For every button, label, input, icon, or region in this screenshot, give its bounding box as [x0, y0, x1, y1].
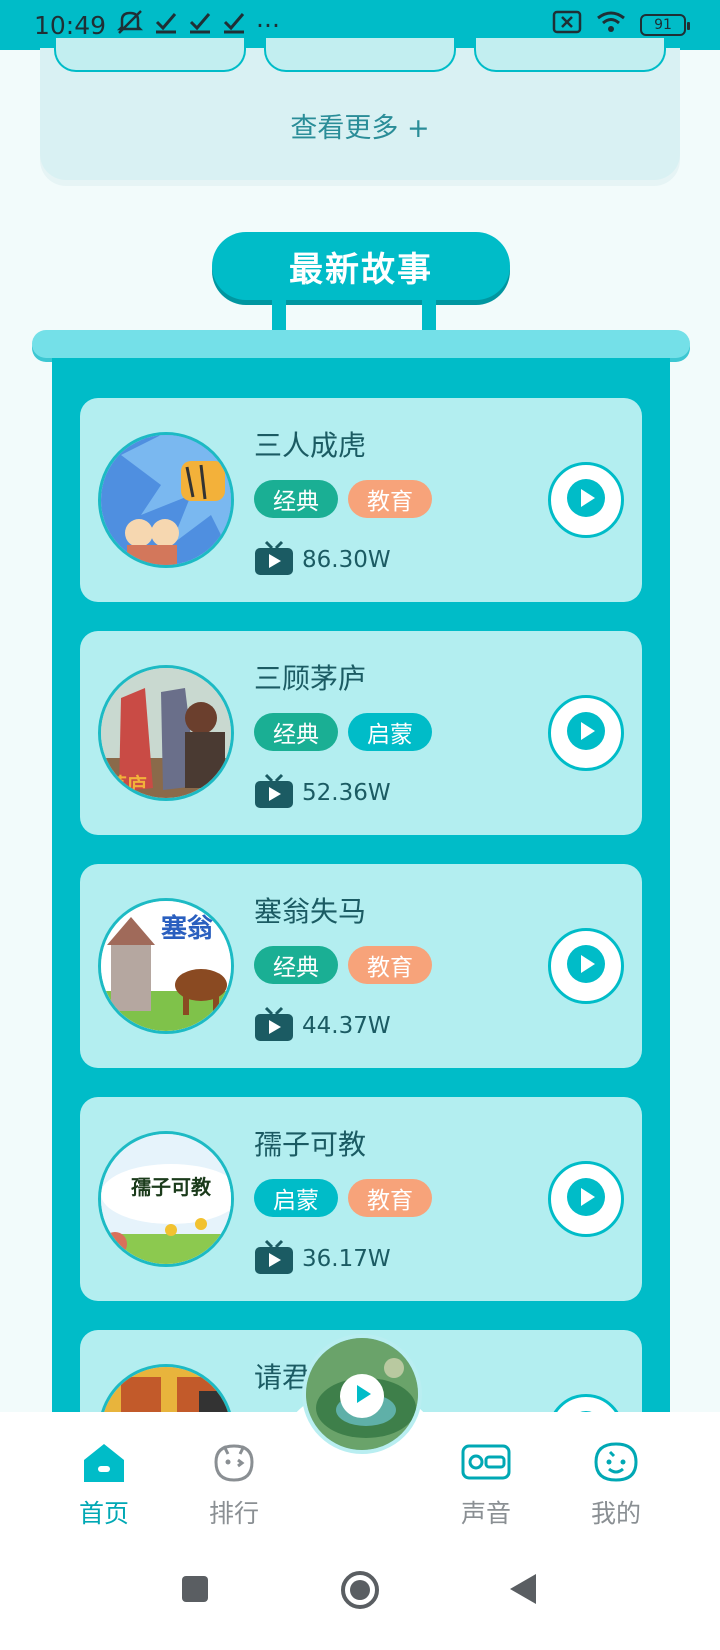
system-nav-bar	[0, 1542, 720, 1650]
nav-mine-label: 我的	[590, 1499, 641, 1528]
tag-badge: 经典	[254, 713, 338, 751]
recent-apps-button[interactable]	[180, 1574, 210, 1608]
nav-sound-label: 声音	[460, 1499, 511, 1528]
play-icon	[566, 478, 606, 522]
rank-icon	[210, 1440, 258, 1488]
svg-text:茅庐: 茅庐	[107, 773, 147, 797]
tag-badge: 启蒙	[348, 713, 432, 751]
back-button[interactable]	[508, 1572, 538, 1610]
home-button[interactable]	[340, 1570, 380, 1614]
story-card[interactable]: 三人成虎 经典 教育 86.30W	[80, 398, 642, 602]
play-button[interactable]	[548, 462, 624, 538]
story-thumbnail: 孺子可教	[98, 1131, 234, 1267]
nav-home-label: 首页	[78, 1499, 129, 1528]
radio-icon	[460, 1440, 512, 1488]
story-thumbnail: 塞翁	[98, 898, 234, 1034]
see-more-link[interactable]: 查看更多 +	[40, 106, 680, 145]
play-count: 36.17W	[302, 1246, 391, 1272]
more-notifications: ···	[256, 10, 280, 40]
story-card[interactable]: 茅庐 三顾茅庐 经典 启蒙 52.36W	[80, 631, 642, 835]
section-title: 最新故事	[212, 232, 510, 300]
recommend-card[interactable]	[54, 38, 246, 72]
story-title: 孺子可教	[254, 1128, 367, 1161]
play-button[interactable]	[548, 928, 624, 1004]
story-title: 三人成虎	[254, 429, 367, 462]
tv-icon	[254, 773, 294, 813]
sign-post	[422, 300, 436, 332]
nav-rank-label: 排行	[208, 1499, 259, 1528]
nav-rank[interactable]: 排行	[184, 1440, 284, 1530]
check-icon	[188, 10, 212, 40]
now-playing-play-button[interactable]	[340, 1374, 384, 1418]
tag-badge: 教育	[348, 946, 432, 984]
smile-icon	[592, 1440, 640, 1488]
nav-sound[interactable]: 声音	[436, 1440, 536, 1530]
nav-home[interactable]: 首页	[54, 1440, 154, 1530]
story-title: 塞翁失马	[254, 895, 367, 928]
home-icon	[80, 1440, 128, 1488]
now-playing-disc[interactable]	[302, 1334, 422, 1454]
story-thumbnail	[98, 432, 234, 568]
play-icon	[347, 1379, 377, 1413]
svg-text:孺子可教: 孺子可教	[131, 1175, 212, 1199]
recommend-card[interactable]	[264, 38, 456, 72]
tag-badge: 启蒙	[254, 1179, 338, 1217]
play-count: 52.36W	[302, 780, 391, 806]
tag-badge: 经典	[254, 480, 338, 518]
tag-badge: 教育	[348, 480, 432, 518]
tv-icon	[254, 540, 294, 580]
sim-off-icon	[552, 10, 582, 40]
play-count: 44.37W	[302, 1013, 391, 1039]
svg-text:塞翁: 塞翁	[161, 913, 213, 944]
play-button[interactable]	[548, 1161, 624, 1237]
sign-post	[272, 300, 286, 332]
play-icon	[566, 944, 606, 988]
story-thumbnail: 茅庐	[98, 665, 234, 801]
tag-badge: 教育	[348, 1179, 432, 1217]
story-title: 三顾茅庐	[254, 662, 367, 695]
sign-bar	[32, 330, 690, 358]
check-icon	[154, 10, 178, 40]
story-card[interactable]: 塞翁 塞翁失马 经典 教育 44.37W	[80, 864, 642, 1068]
status-time: 10:49	[34, 10, 107, 40]
battery-icon: 91	[640, 14, 690, 36]
play-icon	[566, 1177, 606, 1221]
wifi-icon	[596, 10, 626, 40]
recommend-card[interactable]	[474, 38, 666, 72]
nav-mine[interactable]: 我的	[566, 1440, 666, 1530]
silent-icon	[116, 9, 144, 41]
story-card[interactable]: 孺子可教 孺子可教 启蒙 教育 36.17W	[80, 1097, 642, 1301]
recommend-panel: 查看更多 +	[40, 38, 680, 180]
tv-icon	[254, 1239, 294, 1279]
play-button[interactable]	[548, 695, 624, 771]
tv-icon	[254, 1006, 294, 1046]
play-count: 86.30W	[302, 547, 391, 573]
play-icon	[566, 711, 606, 755]
check-icon	[222, 10, 246, 40]
tag-badge: 经典	[254, 946, 338, 984]
